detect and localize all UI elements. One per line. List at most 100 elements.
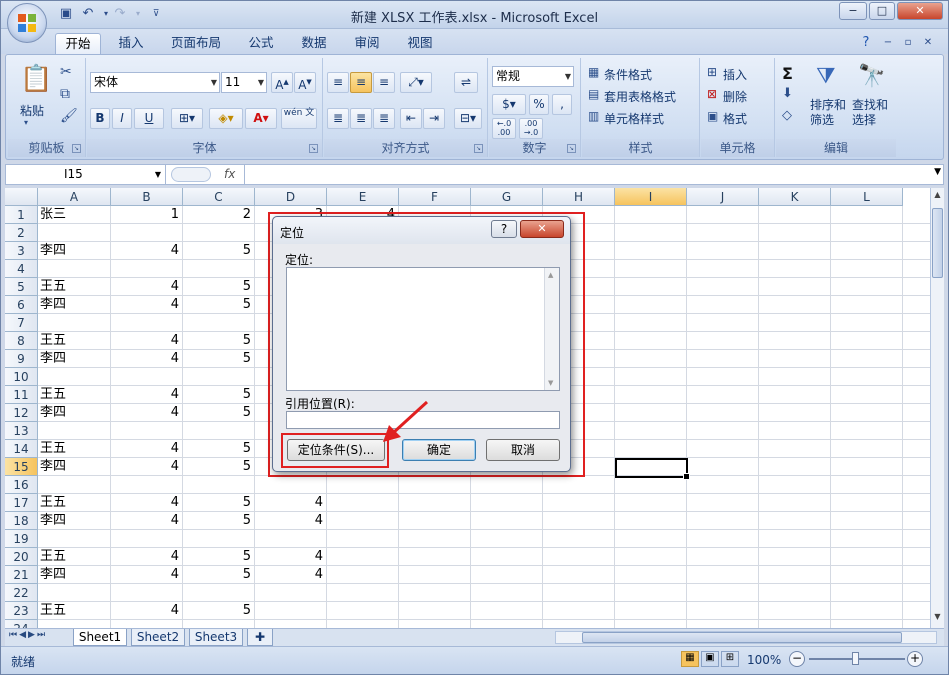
insert-cells-button[interactable]: 插入 — [723, 66, 747, 83]
formula-input[interactable] — [248, 165, 928, 184]
cell-a11[interactable]: 王五 — [40, 386, 110, 404]
zoom-out-icon[interactable]: − — [789, 651, 805, 667]
fill-icon[interactable]: ⬇ — [782, 86, 793, 101]
row-header-23[interactable]: 23 — [5, 602, 38, 620]
dialog-help-button[interactable]: ? — [491, 220, 517, 238]
align-left-button[interactable]: ≣ — [327, 108, 349, 129]
column-header-b[interactable]: B — [111, 188, 183, 206]
doc-minimize-icon[interactable]: − — [879, 35, 897, 51]
maximize-button[interactable]: □ — [869, 2, 895, 20]
wrap-text-button[interactable]: ⇌ — [454, 72, 478, 93]
conditional-format-button[interactable]: 条件格式 — [604, 66, 652, 83]
column-header-d[interactable]: D — [255, 188, 327, 206]
cell-c1[interactable]: 2 — [185, 206, 254, 224]
cell-b17[interactable]: 4 — [113, 494, 182, 512]
align-top-button[interactable]: ≡ — [327, 72, 349, 93]
scroll-up-icon[interactable]: ▲ — [932, 190, 943, 204]
cell-c17[interactable]: 5 — [185, 494, 254, 512]
row-header-21[interactable]: 21 — [5, 566, 38, 584]
align-middle-button[interactable]: ≡ — [350, 72, 372, 93]
comma-button[interactable]: , — [552, 94, 572, 115]
cell-b1[interactable]: 1 — [113, 206, 182, 224]
increase-indent-button[interactable]: ⇥ — [423, 108, 445, 129]
cell-b21[interactable]: 4 — [113, 566, 182, 584]
tab-data[interactable]: 数据 — [294, 33, 334, 54]
phonetic-button[interactable]: wén 文 — [281, 108, 317, 129]
column-header-c[interactable]: C — [183, 188, 255, 206]
zoom-in-icon[interactable]: + — [907, 651, 923, 667]
cell-b8[interactable]: 4 — [113, 332, 182, 350]
paste-dropdown-icon[interactable]: ▾ — [24, 118, 28, 127]
vertical-scroll-thumb[interactable] — [932, 208, 943, 278]
cell-d18[interactable]: 4 — [257, 512, 326, 530]
column-header-i[interactable]: I — [615, 188, 687, 206]
column-header-k[interactable]: K — [759, 188, 831, 206]
cell-a14[interactable]: 王五 — [40, 440, 110, 458]
column-header-l[interactable]: L — [831, 188, 903, 206]
tab-formulas[interactable]: 公式 — [241, 33, 281, 54]
underline-button[interactable]: U — [134, 108, 164, 129]
row-header-19[interactable]: 19 — [5, 530, 38, 548]
increase-decimal-button[interactable]: ←.0 .00 — [492, 118, 516, 139]
align-center-button[interactable]: ≣ — [350, 108, 372, 129]
cell-styles-button[interactable]: 单元格样式 — [604, 110, 664, 127]
italic-button[interactable]: I — [112, 108, 132, 129]
cell-a12[interactable]: 李四 — [40, 404, 110, 422]
zoom-level[interactable]: 100% — [747, 653, 781, 667]
cell-c6[interactable]: 5 — [185, 296, 254, 314]
horizontal-scrollbar[interactable] — [555, 631, 937, 644]
column-header-f[interactable]: F — [399, 188, 471, 206]
cell-c3[interactable]: 5 — [185, 242, 254, 260]
cell-a17[interactable]: 王五 — [40, 494, 110, 512]
row-header-1[interactable]: 1 — [5, 206, 38, 224]
delete-cells-button[interactable]: 删除 — [723, 88, 747, 105]
tab-view[interactable]: 视图 — [400, 33, 440, 54]
column-header-h[interactable]: H — [543, 188, 615, 206]
cell-b3[interactable]: 4 — [113, 242, 182, 260]
close-button[interactable]: ✕ — [897, 2, 943, 20]
cell-b18[interactable]: 4 — [113, 512, 182, 530]
alignment-launcher-icon[interactable]: ↘ — [474, 144, 483, 153]
name-box[interactable]: I15 ▼ — [6, 165, 166, 184]
format-painter-icon[interactable]: 🖌 — [60, 108, 78, 124]
clipboard-launcher-icon[interactable]: ↘ — [72, 144, 81, 153]
row-header-12[interactable]: 12 — [5, 404, 38, 422]
insert-sheet-icon[interactable]: ✚ — [247, 629, 273, 646]
row-header-3[interactable]: 3 — [5, 242, 38, 260]
row-header-7[interactable]: 7 — [5, 314, 38, 332]
cell-c20[interactable]: 5 — [185, 548, 254, 566]
sheet-tab-3[interactable]: Sheet3 — [189, 629, 243, 646]
find-select-button[interactable]: 查找和 选择 — [852, 98, 888, 128]
cell-c18[interactable]: 5 — [185, 512, 254, 530]
cell-c23[interactable]: 5 — [185, 602, 254, 620]
scroll-down-icon[interactable]: ▼ — [548, 379, 553, 387]
page-layout-view-icon[interactable]: ▣ — [701, 651, 719, 667]
cell-c14[interactable]: 5 — [185, 440, 254, 458]
clear-icon[interactable]: ◇ — [782, 108, 792, 123]
cell-a6[interactable]: 李四 — [40, 296, 110, 314]
column-header-a[interactable]: A — [38, 188, 111, 206]
cell-d20[interactable]: 4 — [257, 548, 326, 566]
office-button[interactable] — [7, 3, 47, 43]
vertical-scrollbar[interactable]: ▲ ▼ — [930, 188, 944, 628]
page-break-view-icon[interactable]: ⊞ — [721, 651, 739, 667]
doc-restore-icon[interactable]: ▫ — [899, 35, 917, 51]
horizontal-scroll-thumb[interactable] — [582, 632, 902, 643]
row-header-17[interactable]: 17 — [5, 494, 38, 512]
cell-b12[interactable]: 4 — [113, 404, 182, 422]
format-cells-button[interactable]: 格式 — [723, 110, 747, 127]
cell-b6[interactable]: 4 — [113, 296, 182, 314]
goto-list-scrollbar[interactable]: ▲ ▼ — [544, 268, 559, 390]
row-header-11[interactable]: 11 — [5, 386, 38, 404]
align-bottom-button[interactable]: ≡ — [373, 72, 395, 93]
row-header-5[interactable]: 5 — [5, 278, 38, 296]
row-header-22[interactable]: 22 — [5, 584, 38, 602]
tab-review[interactable]: 审阅 — [347, 33, 387, 54]
row-header-6[interactable]: 6 — [5, 296, 38, 314]
merge-center-button[interactable]: ⊟▾ — [454, 108, 482, 129]
column-header-e[interactable]: E — [327, 188, 399, 206]
cell-b5[interactable]: 4 — [113, 278, 182, 296]
autosum-icon[interactable]: Σ — [782, 64, 793, 83]
cell-c15[interactable]: 5 — [185, 458, 254, 476]
format-as-table-button[interactable]: 套用表格格式 — [604, 88, 676, 105]
